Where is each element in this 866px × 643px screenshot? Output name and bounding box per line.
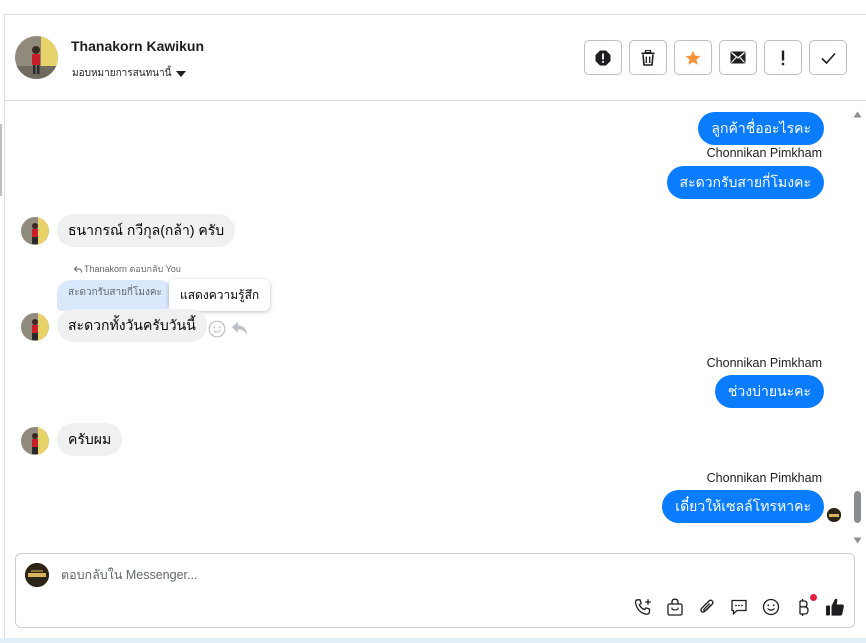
reply-small-icon xyxy=(74,265,82,273)
reply-button[interactable] xyxy=(231,321,248,341)
emoji-button[interactable] xyxy=(761,597,781,617)
scroll-down-arrow[interactable] xyxy=(853,531,862,549)
message-thread: ลูกค้าชื่ออะไรคะ Chonnikan Pimkham สะดวก… xyxy=(4,101,866,546)
mail-icon xyxy=(730,51,746,64)
contact-avatar-small xyxy=(21,427,49,455)
payment-button[interactable] xyxy=(793,594,817,617)
seen-indicator-avatar xyxy=(827,508,841,522)
sender-name: Chonnikan Pimkham xyxy=(706,356,822,370)
attach-button[interactable] xyxy=(697,597,717,617)
message-outgoing[interactable]: สะดวกรับสายกี่โมงคะ xyxy=(666,166,824,199)
caret-down-icon xyxy=(176,70,187,77)
chat-bubble-icon xyxy=(731,599,747,616)
report-spam-button[interactable] xyxy=(584,40,622,75)
follow-up-button[interactable] xyxy=(764,40,802,75)
baht-icon xyxy=(799,599,809,616)
reply-input[interactable] xyxy=(61,564,661,586)
smiley-icon xyxy=(762,598,780,616)
contact-avatar[interactable] xyxy=(15,36,58,79)
saved-replies-button[interactable] xyxy=(729,597,749,617)
message-outgoing[interactable]: ช่วงบ่ายนะคะ xyxy=(714,375,824,408)
message-outgoing[interactable]: เดี๋ยวให้เซลล์โทรหาคะ xyxy=(662,490,824,523)
message-incoming[interactable]: ครับผม xyxy=(57,423,123,456)
react-button[interactable] xyxy=(208,320,226,343)
thumbs-up-icon xyxy=(826,598,844,616)
star-button[interactable] xyxy=(674,40,712,75)
reply-meta: Thanakorn ตอบกลับ You xyxy=(74,262,181,276)
scroll-up-arrow[interactable] xyxy=(853,105,862,123)
composer-toolbar xyxy=(633,594,845,617)
smiley-icon xyxy=(208,320,226,338)
message-outgoing[interactable]: ลูกค้าชื่ออะไรคะ xyxy=(698,112,824,145)
scrollbar-thumb[interactable] xyxy=(854,491,861,523)
mark-unread-button[interactable] xyxy=(719,40,757,75)
sender-name: Chonnikan Pimkham xyxy=(706,146,822,160)
mark-done-button[interactable] xyxy=(809,40,847,75)
call-button[interactable] xyxy=(633,597,653,617)
assign-label: มอบหมายการสนทนานี้ xyxy=(72,68,172,79)
quoted-message[interactable]: สะดวกรับสายกี่โมงคะ xyxy=(57,280,173,311)
conversation-actions xyxy=(584,40,847,75)
contact-avatar-small xyxy=(21,313,49,341)
exclamation-icon xyxy=(781,50,785,65)
assign-conversation-dropdown[interactable]: มอบหมายการสนทนานี้ xyxy=(72,66,187,81)
trash-icon xyxy=(641,49,655,66)
paperclip-icon xyxy=(700,599,714,613)
contact-name[interactable]: Thanakorn Kawikun xyxy=(71,38,204,54)
like-button[interactable] xyxy=(825,597,845,617)
report-spam-icon xyxy=(595,50,611,65)
reply-icon xyxy=(231,321,248,336)
phone-plus-icon xyxy=(634,598,651,615)
reply-composer xyxy=(15,553,855,628)
star-icon xyxy=(685,50,701,65)
page-avatar xyxy=(25,563,49,587)
reply-meta-text: Thanakorn ตอบกลับ You xyxy=(84,264,181,274)
bottom-strip xyxy=(0,638,866,643)
message-incoming[interactable]: ธนากรณ์ กวีกุล(กล้า) ครับ xyxy=(57,214,236,247)
checkmark-icon xyxy=(820,52,836,64)
shopping-bag-icon xyxy=(667,598,683,616)
shop-button[interactable] xyxy=(665,597,685,617)
notification-dot xyxy=(810,594,817,601)
react-tooltip: แสดงความรู้สึก xyxy=(169,279,271,311)
delete-button[interactable] xyxy=(629,40,667,75)
conversation-header: Thanakorn Kawikun มอบหมายการสนทนานี้ xyxy=(4,15,866,101)
sender-name: Chonnikan Pimkham xyxy=(706,471,822,485)
contact-avatar-small xyxy=(21,217,49,245)
panel-edge xyxy=(0,124,2,196)
message-incoming[interactable]: สะดวกทั้งวันครับวันนี้ xyxy=(57,309,207,342)
